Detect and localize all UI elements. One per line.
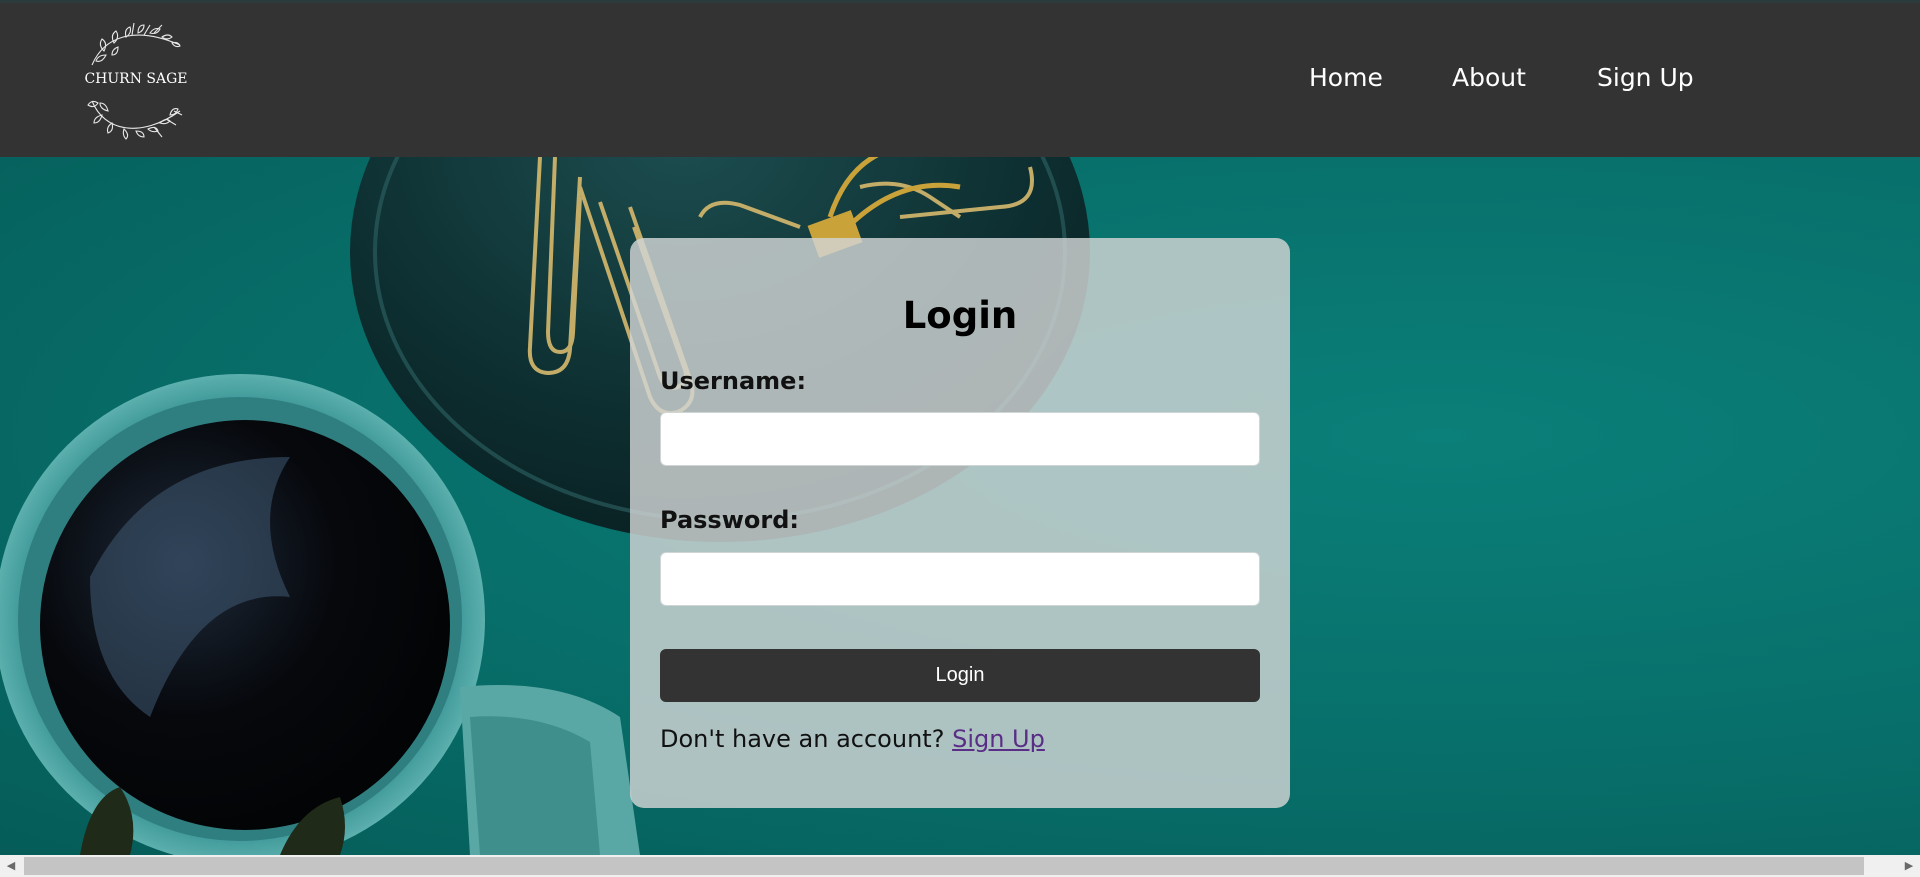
chevron-right-icon[interactable]: ▶ bbox=[1898, 855, 1920, 877]
login-title: Login bbox=[902, 294, 1018, 337]
password-label: Password: bbox=[660, 506, 799, 534]
chevron-left-icon[interactable]: ◀ bbox=[0, 855, 22, 877]
username-input[interactable] bbox=[660, 412, 1260, 466]
login-button[interactable]: Login bbox=[660, 649, 1260, 702]
password-input[interactable] bbox=[660, 552, 1260, 606]
site-logo[interactable]: CHURN SAGE bbox=[84, 15, 188, 143]
nav-signup-link[interactable]: Sign Up bbox=[1597, 63, 1694, 92]
nav-home-link[interactable]: Home bbox=[1309, 63, 1383, 92]
nav-about-link[interactable]: About bbox=[1452, 63, 1526, 92]
signup-link[interactable]: Sign Up bbox=[952, 725, 1045, 753]
username-label: Username: bbox=[660, 367, 807, 395]
signup-prompt-line: Don't have an account? Sign Up bbox=[660, 725, 1045, 753]
horizontal-scrollbar[interactable]: ◀ ▶ bbox=[0, 855, 1920, 877]
login-card: Login Username: Password: Login Don't ha… bbox=[630, 238, 1290, 808]
signup-prompt-text: Don't have an account? bbox=[660, 725, 945, 753]
logo-text: CHURN SAGE bbox=[84, 71, 188, 87]
scrollbar-thumb[interactable] bbox=[24, 857, 1864, 875]
site-header: CHURN SAGE Home About Sign Up bbox=[0, 0, 1920, 157]
